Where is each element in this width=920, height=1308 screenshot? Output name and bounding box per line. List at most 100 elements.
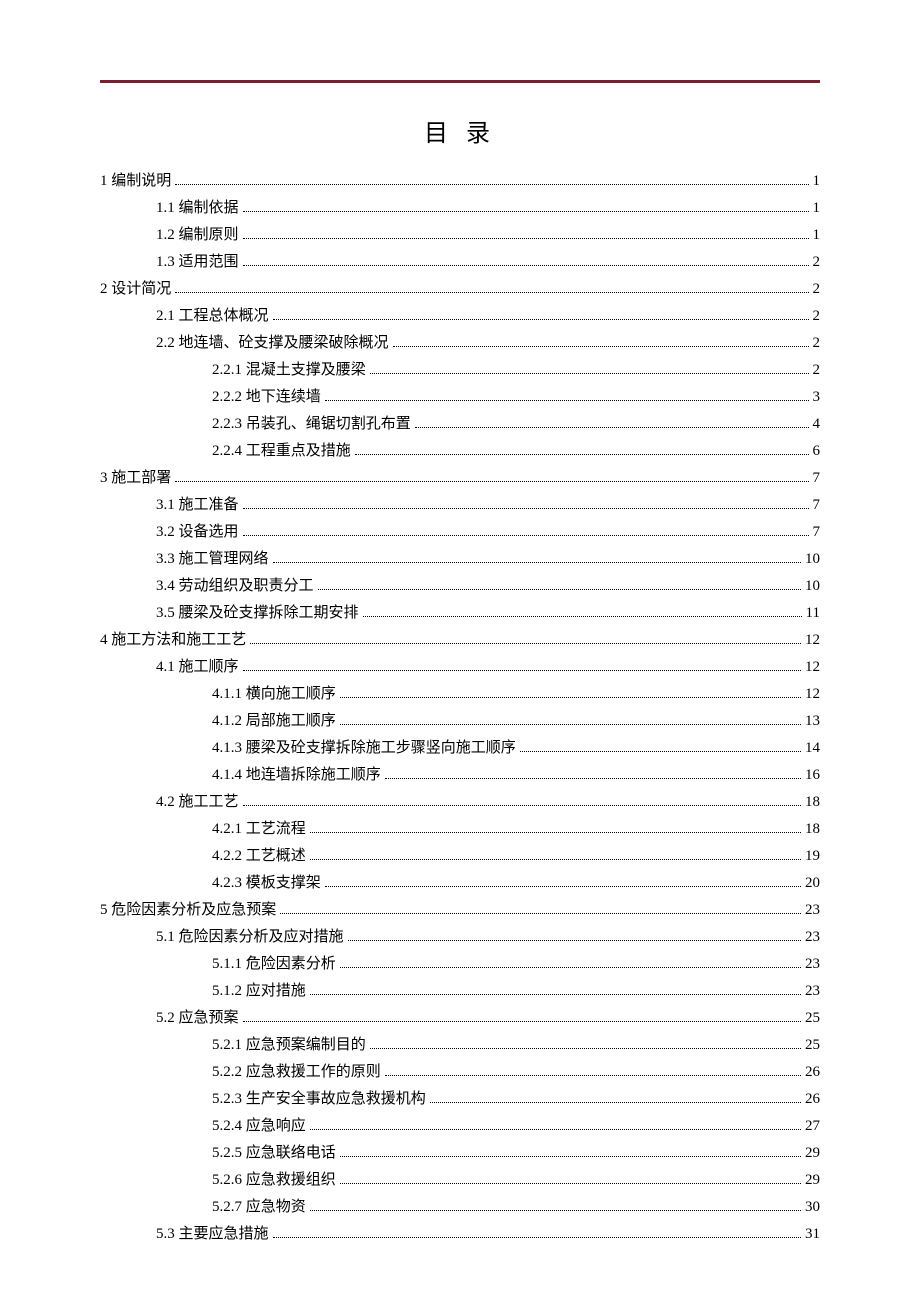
toc-entry-label: 3.3 施工管理网络 bbox=[156, 546, 269, 573]
toc-entry-page: 18 bbox=[805, 789, 820, 816]
toc-entry-label: 4.1 施工顺序 bbox=[156, 654, 239, 681]
toc-entry: 5.2.2 应急救援工作的原则 26 bbox=[100, 1059, 820, 1086]
toc-entry: 5.2.6 应急救援组织29 bbox=[100, 1167, 820, 1194]
toc-entry: 5.1 危险因素分析及应对措施 23 bbox=[100, 924, 820, 951]
toc-entry-page: 18 bbox=[805, 816, 820, 843]
toc-entry-label: 1.2 编制原则 bbox=[156, 222, 239, 249]
toc-leader-dots bbox=[370, 373, 809, 374]
toc-entry-label: 5.2.4 应急响应 bbox=[212, 1113, 306, 1140]
toc-entry: 5.1.1 危险因素分析 23 bbox=[100, 951, 820, 978]
toc-entry: 4.1 施工顺序 12 bbox=[100, 654, 820, 681]
toc-entry-page: 1 bbox=[813, 168, 821, 195]
toc-entry: 5.2.7 应急物资30 bbox=[100, 1194, 820, 1221]
toc-leader-dots bbox=[340, 967, 801, 968]
toc-entry: 4.1.1 横向施工顺序12 bbox=[100, 681, 820, 708]
toc-leader-dots bbox=[370, 1048, 801, 1049]
toc-leader-dots bbox=[310, 1210, 801, 1211]
toc-entry: 1 编制说明 1 bbox=[100, 168, 820, 195]
toc-entry-label: 3 施工部署 bbox=[100, 465, 171, 492]
toc-entry-label: 1 编制说明 bbox=[100, 168, 171, 195]
toc-leader-dots bbox=[280, 913, 801, 914]
toc-entry-label: 5 危险因素分析及应急预案 bbox=[100, 897, 276, 924]
toc-entry-page: 13 bbox=[805, 708, 820, 735]
toc-entry-page: 10 bbox=[805, 546, 820, 573]
toc-leader-dots bbox=[363, 616, 802, 617]
toc-leader-dots bbox=[340, 724, 801, 725]
toc-leader-dots bbox=[175, 481, 808, 482]
toc-entry-label: 5.2.6 应急救援组织 bbox=[212, 1167, 336, 1194]
toc-entry-page: 3 bbox=[813, 384, 821, 411]
document-page: 目 录 1 编制说明11.1 编制依据11.2 编制原则11.3 适用范围22 … bbox=[0, 0, 920, 1308]
toc-entry: 5.2.3 生产安全事故应急救援机构 26 bbox=[100, 1086, 820, 1113]
toc-entry-page: 31 bbox=[805, 1221, 820, 1248]
toc-entry-label: 4 施工方法和施工工艺 bbox=[100, 627, 246, 654]
toc-entry-page: 12 bbox=[805, 681, 820, 708]
toc-entry-label: 2.2.4 工程重点及措施 bbox=[212, 438, 351, 465]
toc-entry-label: 5.2.2 应急救援工作的原则 bbox=[212, 1059, 381, 1086]
toc-leader-dots bbox=[175, 184, 808, 185]
toc-entry-label: 1.1 编制依据 bbox=[156, 195, 239, 222]
toc-entry: 2.2.3 吊装孔、绳锯切割孔布置4 bbox=[100, 411, 820, 438]
toc-leader-dots bbox=[310, 832, 801, 833]
toc-entry-page: 2 bbox=[813, 330, 821, 357]
toc-entry: 2 设计简况2 bbox=[100, 276, 820, 303]
toc-entry: 3.4 劳动组织及职责分工10 bbox=[100, 573, 820, 600]
toc-entry: 4.2.3 模板支撑架20 bbox=[100, 870, 820, 897]
toc-entry-label: 5.1 危险因素分析及应对措施 bbox=[156, 924, 344, 951]
toc-leader-dots bbox=[325, 400, 809, 401]
toc-entry-page: 30 bbox=[805, 1194, 820, 1221]
toc-entry-page: 26 bbox=[805, 1086, 820, 1113]
toc-leader-dots bbox=[273, 1237, 801, 1238]
toc-entry-page: 23 bbox=[805, 978, 820, 1005]
toc-entry: 3.3 施工管理网络 10 bbox=[100, 546, 820, 573]
toc-entry: 4.2 施工工艺 18 bbox=[100, 789, 820, 816]
toc-entry-page: 12 bbox=[805, 627, 820, 654]
toc-leader-dots bbox=[430, 1102, 801, 1103]
toc-entry: 1.2 编制原则1 bbox=[100, 222, 820, 249]
toc-entry-page: 23 bbox=[805, 924, 820, 951]
toc-leader-dots bbox=[243, 535, 809, 536]
toc-entry-label: 2.1 工程总体概况 bbox=[156, 303, 269, 330]
toc-entry-label: 5.2 应急预案 bbox=[156, 1005, 239, 1032]
toc-entry-page: 2 bbox=[813, 276, 821, 303]
toc-leader-dots bbox=[340, 697, 801, 698]
toc-leader-dots bbox=[273, 319, 809, 320]
toc-leader-dots bbox=[318, 589, 801, 590]
toc-entry-label: 4.1.2 局部施工顺序 bbox=[212, 708, 336, 735]
toc-entry-label: 4.2.1 工艺流程 bbox=[212, 816, 306, 843]
toc-entry-page: 12 bbox=[805, 654, 820, 681]
toc-leader-dots bbox=[325, 886, 801, 887]
toc-entry-page: 7 bbox=[813, 519, 821, 546]
toc-entry: 3.1 施工准备7 bbox=[100, 492, 820, 519]
toc-leader-dots bbox=[310, 994, 801, 995]
toc-leader-dots bbox=[340, 1183, 801, 1184]
toc-entry-label: 5.1.1 危险因素分析 bbox=[212, 951, 336, 978]
toc-entry-page: 2 bbox=[813, 249, 821, 276]
toc-entry-label: 2.2.1 混凝土支撑及腰梁 bbox=[212, 357, 366, 384]
toc-entry-label: 1.3 适用范围 bbox=[156, 249, 239, 276]
toc-entry: 1.1 编制依据 1 bbox=[100, 195, 820, 222]
toc-entry-page: 14 bbox=[805, 735, 820, 762]
toc-entry-label: 5.2.3 生产安全事故应急救援机构 bbox=[212, 1086, 426, 1113]
toc-leader-dots bbox=[393, 346, 809, 347]
toc-leader-dots bbox=[243, 211, 809, 212]
toc-entry-page: 1 bbox=[813, 195, 821, 222]
toc-entry-label: 4.2 施工工艺 bbox=[156, 789, 239, 816]
header-rule bbox=[100, 80, 820, 83]
toc-entry: 2.2.4 工程重点及措施6 bbox=[100, 438, 820, 465]
toc-entry-page: 23 bbox=[805, 951, 820, 978]
toc-entry-label: 3.5 腰梁及砼支撑拆除工期安排 bbox=[156, 600, 359, 627]
toc-entry: 5 危险因素分析及应急预案23 bbox=[100, 897, 820, 924]
toc-leader-dots bbox=[385, 778, 801, 779]
toc-leader-dots bbox=[243, 265, 809, 266]
toc-entry: 3.2 设备选用7 bbox=[100, 519, 820, 546]
toc-entry-page: 10 bbox=[805, 573, 820, 600]
toc-entry-page: 16 bbox=[805, 762, 820, 789]
toc-entry: 4 施工方法和施工工艺 12 bbox=[100, 627, 820, 654]
toc-entry-page: 26 bbox=[805, 1059, 820, 1086]
toc-entry-page: 29 bbox=[805, 1140, 820, 1167]
toc-entry-label: 5.2.5 应急联络电话 bbox=[212, 1140, 336, 1167]
toc-entry-label: 5.3 主要应急措施 bbox=[156, 1221, 269, 1248]
toc-leader-dots bbox=[310, 859, 801, 860]
toc-entry-page: 2 bbox=[813, 357, 821, 384]
